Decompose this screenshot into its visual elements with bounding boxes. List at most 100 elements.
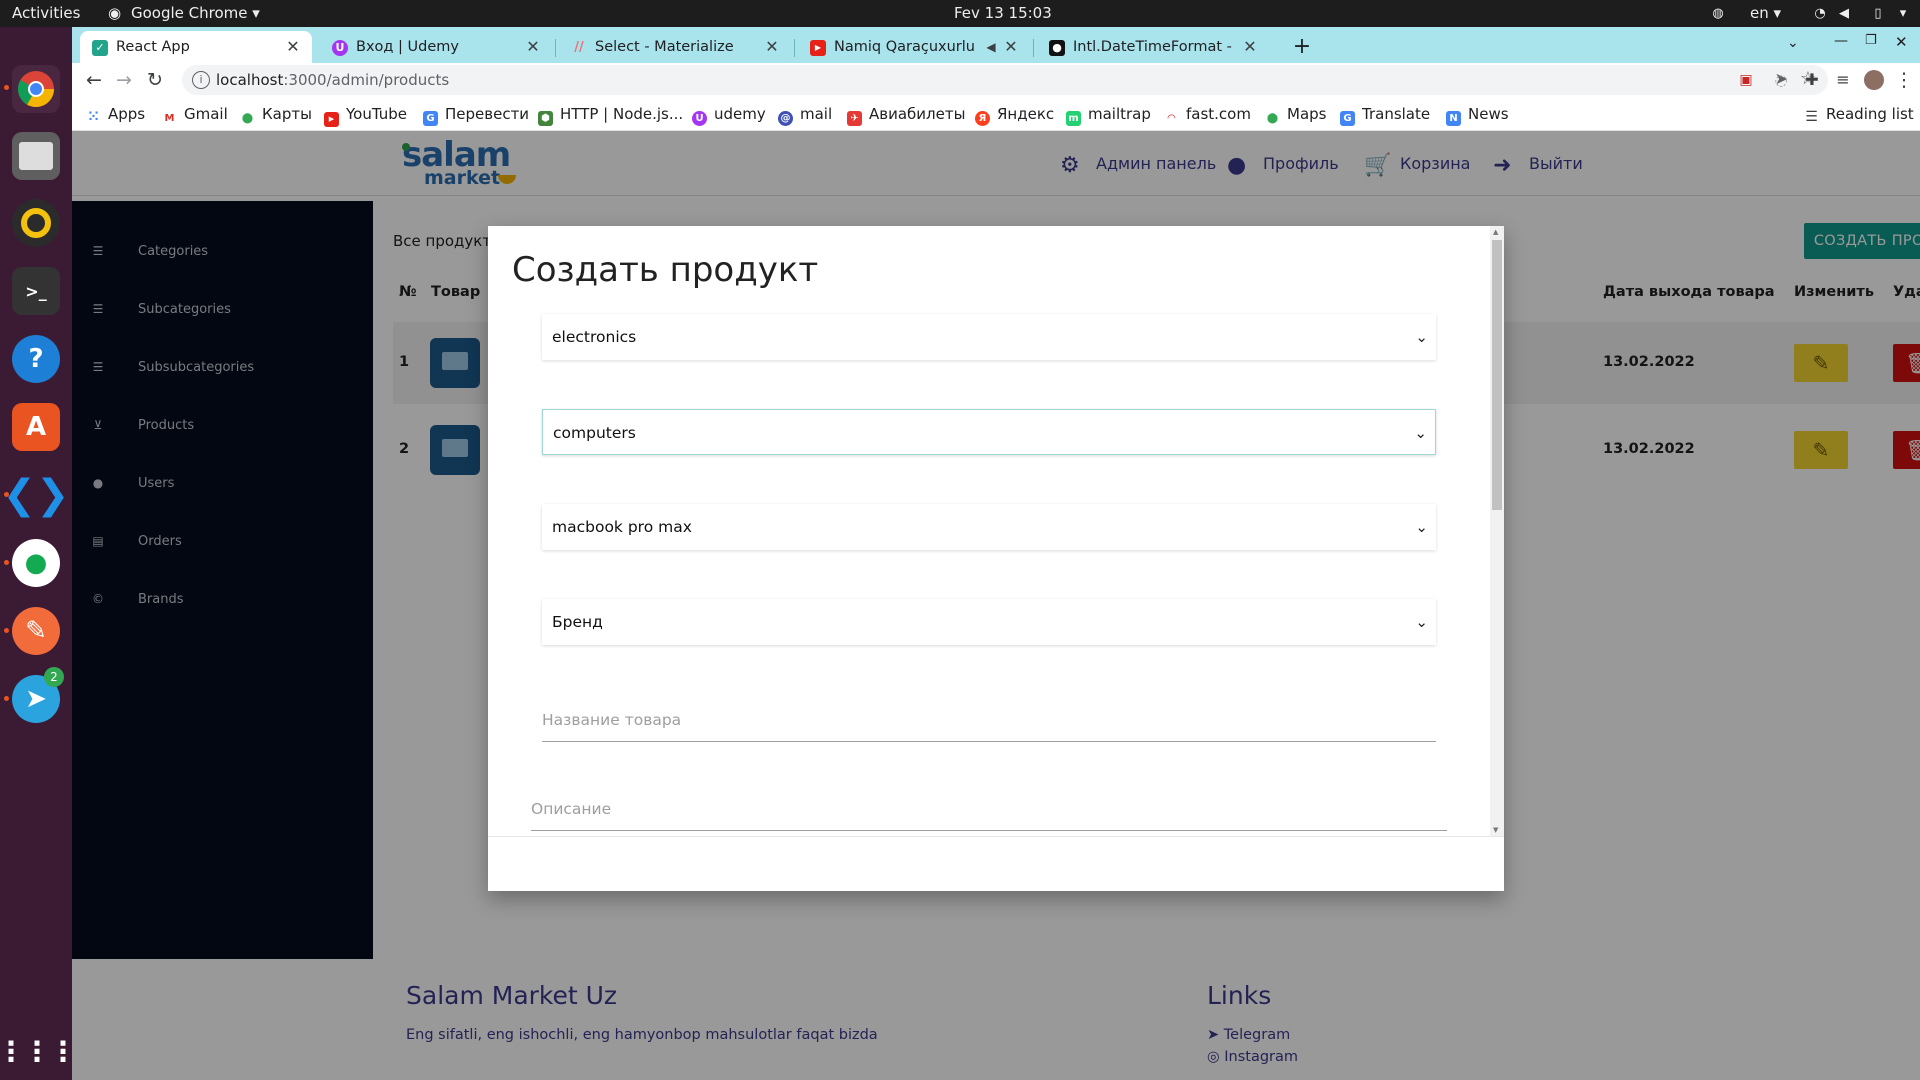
bookmark-label: Перевести	[445, 105, 530, 123]
reload-icon[interactable]: ↻	[141, 67, 169, 93]
input-language[interactable]: en ▾	[1750, 0, 1781, 27]
url-path: :3000/admin/products	[283, 71, 450, 89]
browser-toolbar: ← → ↻ i localhost:3000/admin/products ➤ …	[72, 63, 1920, 97]
chrome-dock-icon[interactable]	[12, 65, 60, 113]
close-window-icon[interactable]: ✕	[1895, 33, 1908, 51]
back-icon[interactable]: ←	[80, 67, 108, 93]
product-name-input[interactable]: Название товара	[542, 698, 1436, 742]
show-applications-icon[interactable]: ⋮⋮⋮	[0, 1027, 77, 1075]
youtube-icon: ▶	[324, 112, 339, 127]
close-tab-icon[interactable]: ✕	[763, 37, 781, 57]
rhythmbox-dock-icon[interactable]	[12, 199, 60, 247]
subcategory-select[interactable]: computers ⌄	[542, 409, 1436, 455]
bookmark-translate[interactable]: G Translate	[1340, 103, 1430, 126]
tab-udemy[interactable]: U Вход | Udemy ✕	[320, 31, 552, 63]
volume-icon[interactable]: ◀	[1836, 6, 1852, 22]
profile-avatar[interactable]	[1860, 67, 1888, 93]
mailtrap-icon: m	[1066, 111, 1081, 126]
tab-search-icon[interactable]: ⌄	[1787, 35, 1799, 51]
dock: >_ ? A ❮❯ ● ✎ ➤ 2 ⋮⋮⋮	[0, 27, 77, 1080]
bookmark-mail[interactable]: @ mail	[778, 103, 832, 126]
bookmark-youtube[interactable]: ▶ YouTube	[324, 103, 407, 127]
battery-icon[interactable]: ▯	[1870, 6, 1886, 22]
mail-icon: @	[778, 111, 793, 126]
bookmark-nodejs[interactable]: ⬢ HTTP | Node.js...	[538, 103, 683, 126]
app-menu[interactable]: Google Chrome ▾	[131, 0, 260, 27]
fastcom-icon: ◠	[1167, 113, 1176, 124]
category-select-value: electronics	[552, 328, 637, 346]
new-tab-icon[interactable]: +	[1288, 33, 1316, 61]
bookmark-udemy[interactable]: Uudemy	[692, 103, 766, 126]
terminal-dock-icon[interactable]: >_	[12, 267, 60, 315]
bookmark-yandex[interactable]: Я Яндекс	[975, 103, 1054, 126]
close-tab-icon[interactable]: ✕	[1002, 37, 1020, 57]
app-menu-label: Google Chrome	[131, 4, 248, 22]
bookmark-fastcom[interactable]: ◠ fast.com	[1164, 103, 1251, 125]
running-indicator	[4, 492, 9, 497]
google-translate-icon: G	[1340, 111, 1355, 126]
brand-select[interactable]: Бренд ⌄	[542, 599, 1436, 645]
modal-scrollbar-thumb[interactable]	[1492, 240, 1502, 510]
url-host: localhost	[216, 71, 284, 89]
forward-icon[interactable]: →	[110, 67, 138, 93]
tab-mdn[interactable]: ● Intl.DateTimeFormat - Jav ✕	[1037, 31, 1269, 63]
close-tab-icon[interactable]: ✕	[284, 37, 302, 57]
modal-footer	[488, 836, 1504, 891]
running-indicator	[4, 628, 9, 633]
tab-materialize[interactable]: // Select - Materialize ✕	[559, 31, 791, 63]
reading-list-icon: ☰	[1805, 109, 1818, 125]
tab-youtube[interactable]: ▶ Namiq Qaraçuxurlu - R ◀ ✕	[798, 31, 1030, 63]
extensions-puzzle-icon[interactable]: ✚	[1798, 67, 1826, 93]
bookmark-news[interactable]: N News	[1446, 103, 1509, 126]
modal-scrollbar[interactable]: ▲ ▼	[1490, 226, 1504, 836]
bookmark-apps[interactable]: ⁙ Apps	[86, 103, 146, 125]
activities-button[interactable]: Activities	[12, 0, 80, 27]
tab-separator	[555, 39, 556, 57]
category-select[interactable]: electronics ⌄	[542, 314, 1436, 360]
google-news-icon: N	[1446, 111, 1461, 126]
chrome-menu-icon[interactable]: ⋮	[1890, 67, 1918, 93]
help-dock-icon[interactable]: ?	[12, 335, 60, 383]
modal-title: Создать продукт	[512, 250, 819, 290]
scroll-down-icon[interactable]: ▼	[1493, 826, 1498, 834]
media-control-icon[interactable]: ≡	[1829, 67, 1857, 93]
tab-title: Namiq Qaraçuxurlu - R	[834, 39, 976, 55]
scroll-up-icon[interactable]: ▲	[1493, 228, 1498, 236]
vscode-dock-icon[interactable]: ❮❯	[2, 471, 69, 519]
chevron-down-icon: ⌄	[1414, 424, 1427, 442]
extension-red-icon[interactable]: ▣	[1732, 67, 1760, 93]
udemy-favicon: U	[332, 40, 348, 56]
restore-icon[interactable]: ❐	[1865, 33, 1877, 48]
bookmark-label: fast.com	[1186, 105, 1251, 123]
sync-icon[interactable]: ◍	[1710, 6, 1726, 22]
postman-dock-icon[interactable]: ✎	[12, 607, 60, 655]
description-input[interactable]: Описание	[531, 787, 1447, 831]
close-tab-icon[interactable]: ✕	[524, 37, 542, 57]
bookmark-translate-ru[interactable]: G Перевести	[423, 103, 530, 126]
chevron-down-icon: ⌄	[1415, 613, 1428, 631]
tab-react-app[interactable]: ✓ React App ✕	[80, 31, 312, 63]
software-dock-icon[interactable]: A	[12, 403, 60, 451]
tab-separator	[1033, 39, 1034, 57]
power-menu-icon[interactable]: ▾	[1895, 6, 1911, 22]
files-dock-icon[interactable]	[12, 132, 60, 180]
minimize-icon[interactable]: —	[1834, 33, 1848, 49]
url-text[interactable]: localhost:3000/admin/products	[216, 70, 449, 90]
subsubcategory-select[interactable]: macbook pro max ⌄	[542, 504, 1436, 550]
bookmark-maps-ru[interactable]: ⬤ Карты	[240, 103, 312, 125]
address-bar[interactable]: i localhost:3000/admin/products ➤ ☆	[182, 65, 1828, 95]
wifi-icon[interactable]: ◔	[1812, 6, 1828, 22]
clock[interactable]: Fev 13 15:03	[954, 0, 1052, 27]
youtube-favicon: ▶	[810, 40, 826, 56]
bookmark-maps[interactable]: ⬤ Maps	[1265, 103, 1327, 125]
bookmark-mailtrap[interactable]: m mailtrap	[1066, 103, 1151, 126]
reading-list-button[interactable]: ☰ Reading list	[1804, 103, 1913, 125]
site-info-icon[interactable]: i	[192, 71, 210, 89]
close-tab-icon[interactable]: ✕	[1241, 37, 1259, 57]
extension-clock-icon[interactable]: ◌	[1767, 67, 1795, 93]
bookmark-gmail[interactable]: M Gmail	[162, 103, 228, 125]
speaker-icon[interactable]: ◀	[982, 37, 1000, 57]
bookmark-aviabilety[interactable]: ✈ Авиабилеты	[847, 103, 965, 126]
mongodb-compass-dock-icon[interactable]: ●	[12, 539, 60, 587]
subcategory-select-value: computers	[553, 424, 636, 442]
